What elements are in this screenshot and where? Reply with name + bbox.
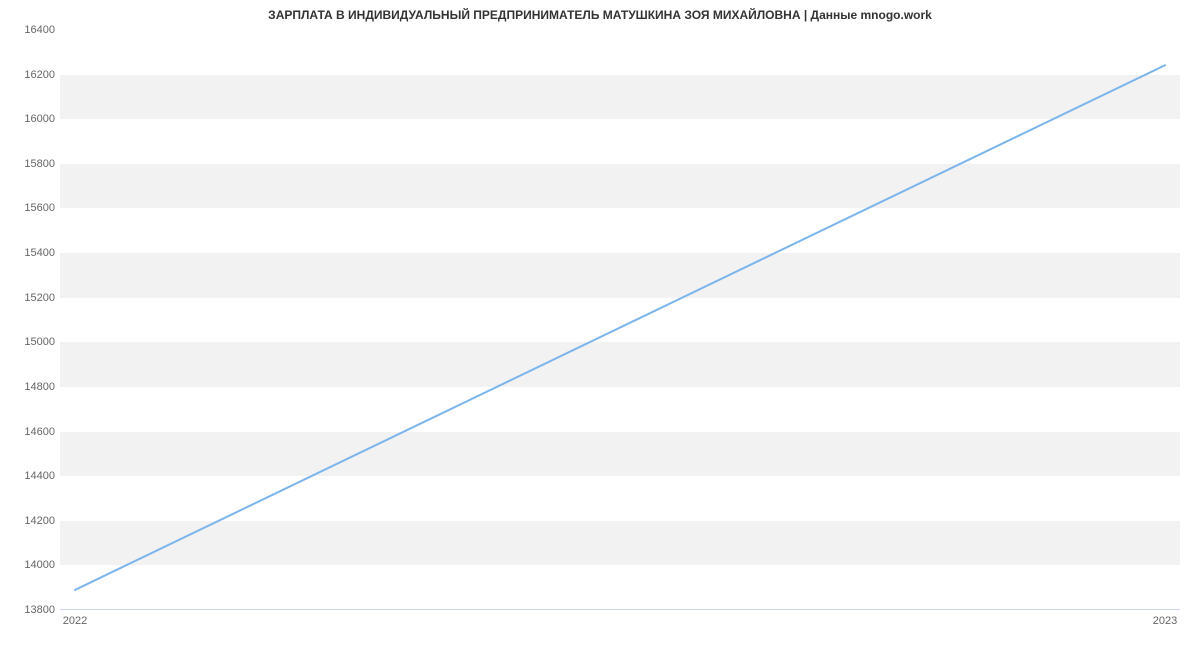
chart-title: ЗАРПЛАТА В ИНДИВИДУАЛЬНЫЙ ПРЕДПРИНИМАТЕЛ… [0, 8, 1200, 22]
y-tick-label: 15000 [5, 336, 55, 348]
grid-band [60, 75, 1180, 120]
grid-band [60, 253, 1180, 298]
y-tick-label: 16400 [5, 24, 55, 36]
chart-container: ЗАРПЛАТА В ИНДИВИДУАЛЬНЫЙ ПРЕДПРИНИМАТЕЛ… [0, 0, 1200, 650]
y-tick-label: 14600 [5, 426, 55, 438]
y-tick-label: 14800 [5, 381, 55, 393]
y-tick-label: 15200 [5, 292, 55, 304]
grid-band [60, 164, 1180, 209]
y-tick-label: 15400 [5, 247, 55, 259]
x-tick-label: 2022 [63, 615, 87, 627]
y-tick-label: 15800 [5, 158, 55, 170]
x-axis-line [60, 609, 1180, 610]
y-tick-label: 16000 [5, 113, 55, 125]
y-tick-label: 13800 [5, 604, 55, 616]
y-tick-label: 14200 [5, 515, 55, 527]
y-tick-label: 16200 [5, 69, 55, 81]
grid-band [60, 521, 1180, 566]
x-tick-label: 2023 [1153, 615, 1177, 627]
y-tick-label: 14000 [5, 559, 55, 571]
y-tick-label: 15600 [5, 202, 55, 214]
grid-band [60, 342, 1180, 387]
y-tick-label: 14400 [5, 470, 55, 482]
plot-area [60, 30, 1180, 610]
grid-band [60, 432, 1180, 477]
